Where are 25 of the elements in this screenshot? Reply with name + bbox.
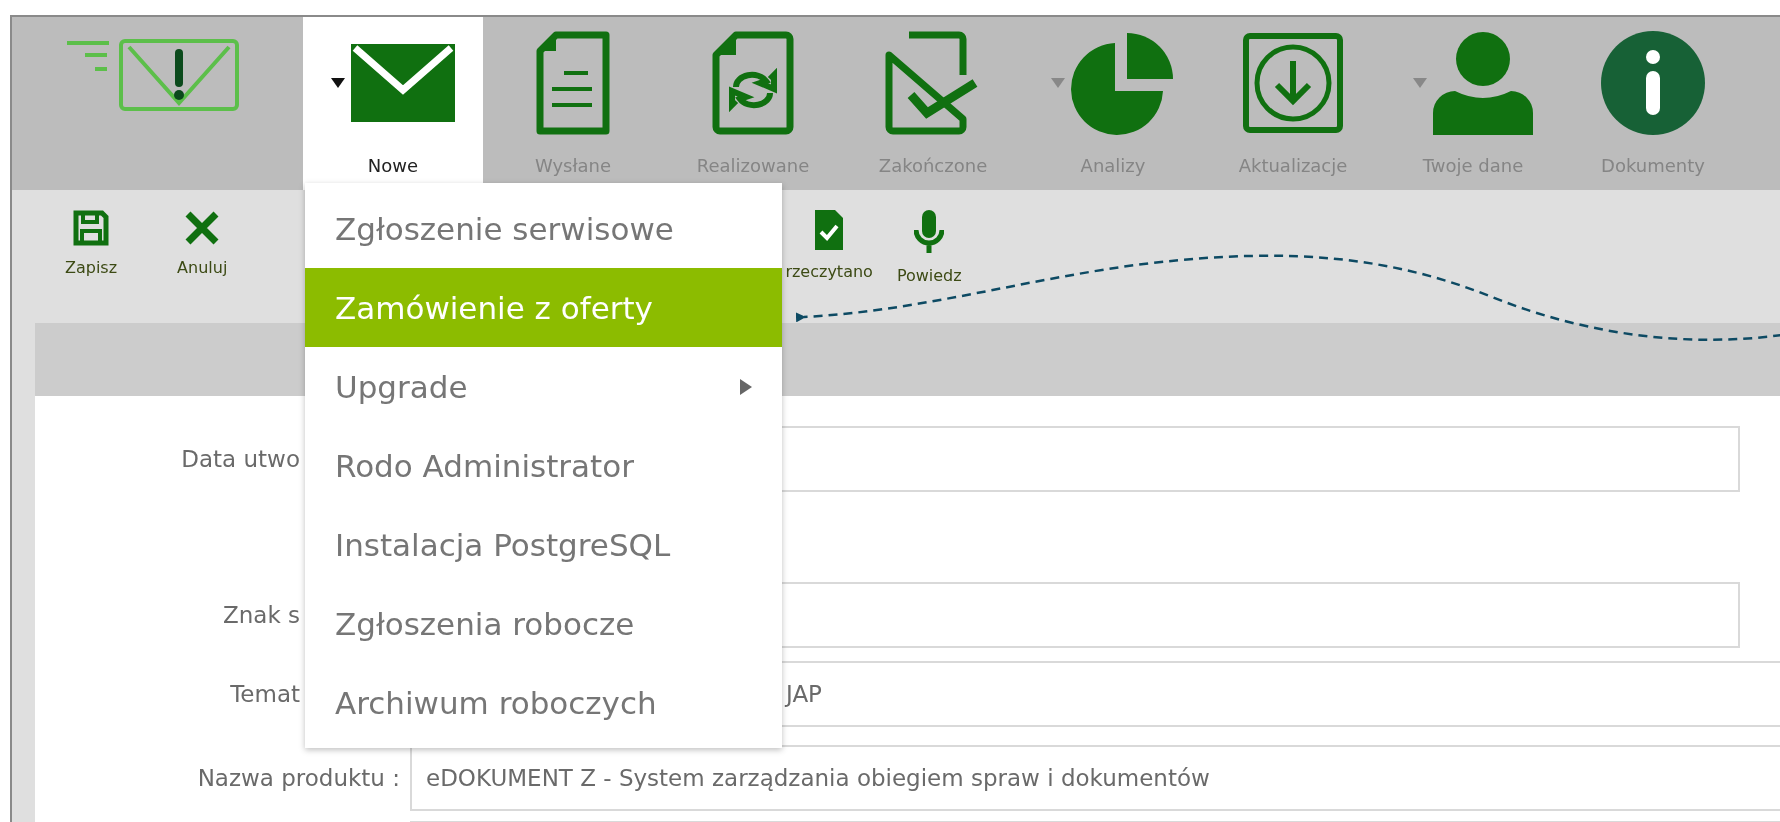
- toolbar-button[interactable]: rzeczytano: [785, 190, 883, 281]
- microphone-icon: [914, 210, 945, 254]
- field-label: Temat: [230, 681, 300, 707]
- menu-item[interactable]: Archiwum roboczych: [305, 663, 782, 742]
- field-label: Znak s: [222, 602, 300, 628]
- document-icon: [534, 31, 612, 135]
- field-label: Nazwa produktu :: [197, 765, 400, 791]
- field-label: Data utwo: [181, 446, 300, 472]
- document-arrows-icon: [712, 31, 794, 135]
- menu-item[interactable]: Instalacja PostgreSQL: [305, 505, 782, 584]
- menu-item[interactable]: Upgrade: [305, 347, 782, 426]
- nav-tab[interactable]: Nowe: [303, 17, 483, 190]
- document-check-icon: [815, 210, 844, 250]
- toolbar-button[interactable]: Zapisz: [55, 190, 128, 277]
- close-icon: [184, 210, 221, 246]
- envelope-icon: [351, 44, 455, 122]
- download-icon: [1243, 33, 1343, 133]
- pie-chart-icon: [1071, 31, 1175, 135]
- toolbar-button[interactable]: Powiedz: [886, 190, 972, 285]
- menu-item[interactable]: Rodo Administrator: [305, 426, 782, 505]
- menu-item[interactable]: Zgłoszenia robocze: [305, 584, 782, 663]
- toolbar-button[interactable]: Anuluj: [167, 190, 238, 277]
- info-icon: [1601, 31, 1705, 135]
- menu-item[interactable]: Zgłoszenie serwisowe: [305, 189, 782, 268]
- user-icon: [1433, 31, 1533, 135]
